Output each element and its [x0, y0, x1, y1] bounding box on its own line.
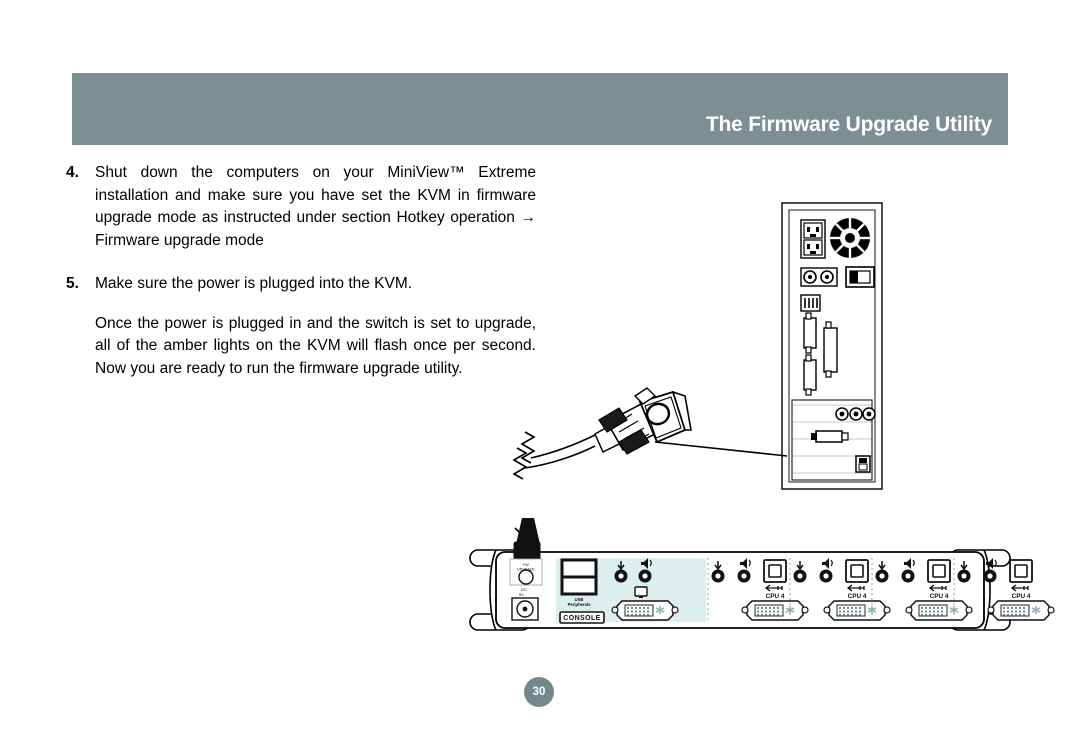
- cpu-port-label: CPU 4: [930, 593, 949, 600]
- serial-port-icon: [803, 312, 817, 354]
- list-item-number: 5.: [66, 274, 79, 292]
- page-number-badge: 30: [524, 677, 554, 707]
- dvi-connector-plugged-icon: [811, 430, 849, 443]
- cable-strands: [524, 433, 598, 469]
- closing-paragraph-block: Once the power is plugged in and the swi…: [66, 313, 536, 381]
- parallel-port-icon: [823, 321, 838, 378]
- page-number-value: 30: [532, 686, 546, 698]
- usb-peripherals-label-line2: Peripherals: [568, 602, 591, 607]
- fan-grille-icon: [830, 218, 870, 258]
- serial-port-lower-icon: [803, 354, 817, 396]
- page-header-banner: The Firmware Upgrade Utility: [72, 73, 1008, 145]
- list-item: 4. Shut down the computers on your MiniV…: [66, 162, 536, 253]
- kvm-switch-illustration: FW UPGRADE DC 5V USB Peripherals: [469, 518, 1055, 648]
- page-title: The Firmware Upgrade Utility: [705, 113, 992, 136]
- cpu-dvi-port: [823, 600, 891, 621]
- fw-upgrade-label: FW: [523, 563, 529, 567]
- ps2-ports-icon: [800, 267, 838, 287]
- console-dvi-port: [611, 600, 679, 621]
- cable-break-marks: [512, 431, 536, 480]
- list-item: 5. Make sure the power is plugged into t…: [66, 273, 536, 296]
- callout-line: [654, 441, 788, 457]
- cpu-port-label: CPU 4: [848, 593, 867, 600]
- power-switch-icon: [845, 266, 875, 288]
- firmware-upgrade-switch: FW UPGRADE: [509, 558, 543, 586]
- computer-tower-illustration: [780, 200, 892, 492]
- audio-jacks-icon: [835, 407, 876, 421]
- cpu-dvi-port: [741, 600, 809, 621]
- svg-text:5V: 5V: [519, 592, 524, 597]
- cpu-port-label: CPU 4: [766, 593, 785, 600]
- manual-page: The Firmware Upgrade Utility 4. Shut dow…: [0, 0, 1080, 742]
- cpu-dvi-port: [987, 600, 1055, 621]
- vent-slot-icon: [800, 294, 821, 312]
- cpu-dvi-port: [905, 600, 973, 621]
- cpu-port-label: CPU 4: [1012, 593, 1031, 600]
- power-socket-icon: [800, 219, 826, 259]
- list-item-text: Make sure the power is plugged into the …: [95, 274, 413, 292]
- cpu-usb-b-port: [1009, 559, 1033, 592]
- rj45-port-icon: [855, 455, 871, 473]
- list-item-number: 4.: [66, 164, 79, 181]
- closing-paragraph: Once the power is plugged in and the swi…: [95, 314, 536, 377]
- list-item-text: Shut down the computers on your MiniView…: [95, 164, 536, 250]
- console-badge: CONSOLE: [559, 611, 605, 624]
- console-badge-label: CONSOLE: [563, 615, 600, 622]
- monitor-icon: [634, 586, 648, 598]
- instruction-text-block: 4. Shut down the computers on your MiniV…: [66, 162, 536, 381]
